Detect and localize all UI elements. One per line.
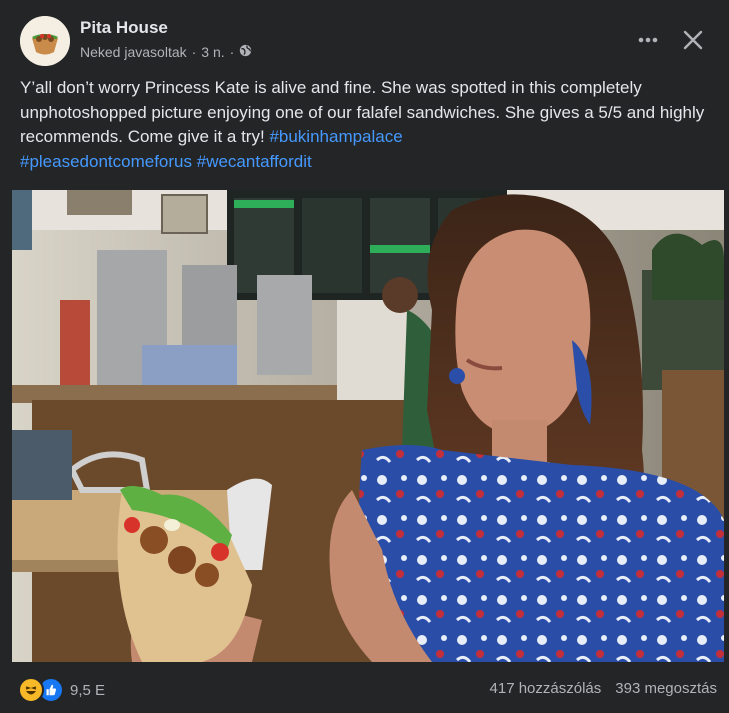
page-name-link[interactable]: Pita House bbox=[80, 18, 168, 38]
page-avatar[interactable] bbox=[20, 16, 70, 66]
post-time[interactable]: 3 n. bbox=[201, 44, 224, 60]
meta-separator: · bbox=[191, 44, 197, 60]
more-dots-icon bbox=[638, 37, 658, 43]
more-options-button[interactable] bbox=[630, 22, 666, 58]
reactions-summary[interactable]: 9,5 E bbox=[18, 677, 105, 703]
comments-count-link[interactable]: 417 hozzászólás bbox=[490, 680, 602, 697]
post-photo[interactable] bbox=[12, 190, 724, 662]
reaction-count: 9,5 E bbox=[70, 681, 106, 699]
globe-icon bbox=[239, 44, 252, 60]
close-icon bbox=[683, 30, 703, 50]
post-footer: 9,5 E 417 hozzászólás 393 megosztás bbox=[0, 663, 729, 713]
hashtag-link[interactable]: #pleasedontcomeforus bbox=[20, 152, 192, 171]
restaurant-photo bbox=[12, 190, 724, 662]
close-button[interactable] bbox=[675, 22, 711, 58]
post-text: Y’all don’t worry Princess Kate is alive… bbox=[20, 76, 710, 174]
meta-separator-2: · bbox=[229, 44, 235, 60]
post-header: Pita House Neked javasoltak · 3 n. · bbox=[20, 16, 710, 68]
hashtag-link[interactable]: #bukinhampalace bbox=[269, 127, 402, 146]
suggestion-label: Neked javasoltak bbox=[80, 44, 187, 60]
hashtag-link[interactable]: #wecantaffordit bbox=[197, 152, 312, 171]
haha-reaction-icon bbox=[18, 677, 44, 703]
engagement-stats: 417 hozzászólás 393 megosztás bbox=[490, 680, 717, 697]
post-meta: Neked javasoltak · 3 n. · bbox=[80, 44, 252, 60]
post-card: Pita House Neked javasoltak · 3 n. · Y’a… bbox=[0, 0, 729, 713]
shares-count-link[interactable]: 393 megosztás bbox=[615, 680, 717, 697]
falafel-logo bbox=[20, 16, 70, 66]
